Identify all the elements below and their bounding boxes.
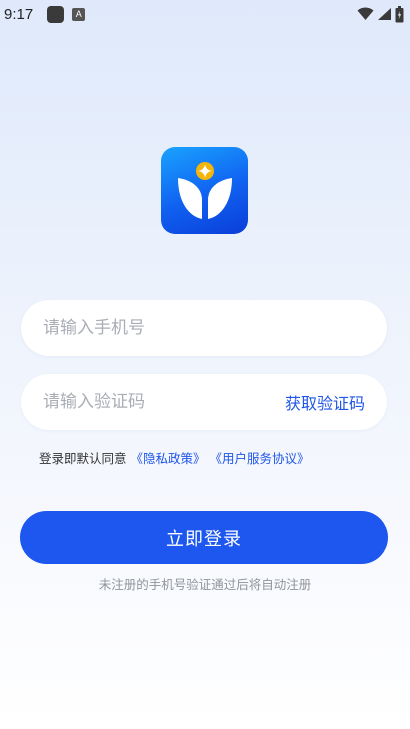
- verification-code-input[interactable]: [43, 392, 277, 412]
- wifi-icon: [357, 7, 374, 20]
- a-notification-icon: A: [72, 7, 86, 21]
- code-field-container: 获取验证码: [21, 374, 387, 430]
- battery-icon: [395, 5, 404, 22]
- phone-field-container: [21, 300, 387, 356]
- sprout-star-icon: [177, 161, 232, 219]
- cellular-signal-icon: [378, 8, 391, 20]
- app-logo-background: [161, 147, 248, 234]
- status-right-icons: [357, 5, 404, 23]
- status-left-icons: A: [47, 5, 86, 23]
- auto-register-hint: 未注册的手机号验证通过后将自动注册: [98, 577, 312, 592]
- user-service-agreement-link[interactable]: 《用户服务协议》: [210, 451, 310, 466]
- status-bar: 9:17 A: [0, 0, 410, 28]
- login-button[interactable]: 立即登录: [20, 511, 388, 564]
- app-logo: [161, 147, 248, 234]
- privacy-policy-link[interactable]: 《隐私政策》: [131, 451, 206, 466]
- agreement-text: 登录即默认同意 《隐私政策》 《用户服务协议》: [39, 448, 310, 467]
- agreement-prefix: 登录即默认同意: [39, 451, 127, 466]
- phone-input[interactable]: [43, 318, 365, 338]
- app-square-icon: [47, 5, 65, 23]
- get-code-button[interactable]: 获取验证码: [285, 390, 365, 414]
- status-time: 9:17: [4, 5, 34, 23]
